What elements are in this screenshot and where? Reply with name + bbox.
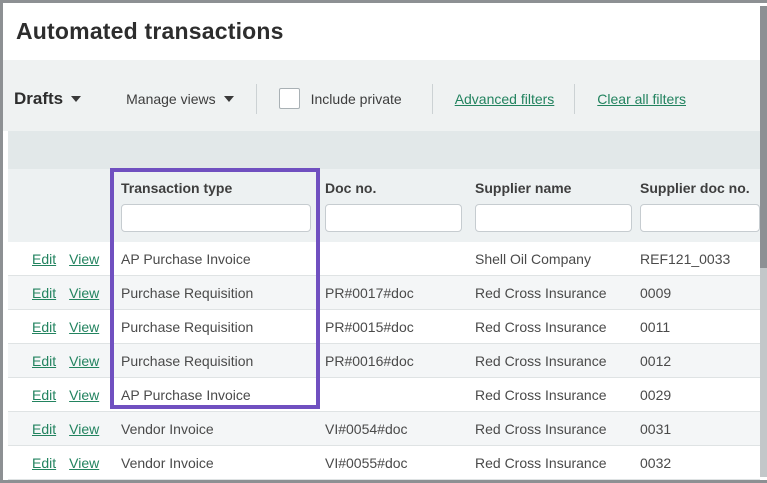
row-actions: Edit View (8, 421, 113, 437)
page-title: Automated transactions (16, 18, 284, 44)
page-frame: Automated transactions Drafts Manage vie… (0, 0, 767, 483)
transaction-type-cell: Purchase Requisition (121, 318, 254, 335)
transaction-type-cell: Vendor Invoice (121, 454, 214, 471)
supplier-name-cell: Red Cross Insurance (475, 454, 607, 471)
column-header-label: Transaction type (121, 180, 233, 196)
view-link[interactable]: View (69, 387, 99, 403)
toolbar-divider (431, 83, 433, 114)
edit-link[interactable]: Edit (32, 455, 56, 471)
supplier-name-cell: Red Cross Insurance (475, 318, 607, 335)
row-actions: Edit View (8, 353, 113, 369)
doc-no-cell: VI#0055#doc (325, 454, 408, 471)
row-actions: Edit View (8, 455, 113, 471)
view-link[interactable]: View (69, 421, 99, 437)
supplier-name-cell: Shell Oil Company (475, 250, 591, 267)
row-actions: Edit View (8, 387, 113, 403)
caret-down-icon (223, 95, 234, 102)
include-private-control[interactable]: Include private (278, 88, 402, 109)
transaction-type-cell: AP Purchase Invoice (121, 386, 251, 403)
edit-link[interactable]: Edit (32, 251, 56, 267)
doc-no-filter-input[interactable] (325, 204, 462, 232)
transaction-type-cell: AP Purchase Invoice (121, 250, 251, 267)
include-private-label: Include private (310, 90, 402, 107)
edit-link[interactable]: Edit (32, 353, 56, 369)
clear-all-filters-link[interactable]: Clear all filters (597, 91, 686, 107)
view-link[interactable]: View (69, 285, 99, 301)
table-row: Edit View Purchase Requisition PR#0017#d… (8, 276, 760, 310)
supplier-name-column-header: Supplier name (473, 169, 638, 232)
page-content: Automated transactions Drafts Manage vie… (3, 3, 760, 480)
include-private-checkbox[interactable] (278, 88, 300, 109)
supplier-name-filter-input[interactable] (475, 204, 632, 232)
table-header-band (8, 131, 760, 169)
vertical-scrollbar[interactable] (760, 6, 767, 477)
supplier-doc-no-cell: 0031 (640, 420, 672, 437)
supplier-doc-no-cell: 0009 (640, 284, 672, 301)
edit-link[interactable]: Edit (32, 421, 56, 437)
table-row: Edit View Vendor Invoice VI#0054#doc Red… (8, 412, 760, 446)
table-header-row: Transaction type Doc no. Supplier name S… (8, 169, 760, 242)
supplier-doc-no-column-header: Supplier doc no. (638, 169, 760, 232)
view-selector-label: Drafts (14, 88, 64, 108)
transaction-type-cell: Purchase Requisition (121, 352, 254, 369)
row-actions: Edit View (8, 285, 113, 301)
title-bar: Automated transactions (3, 3, 760, 60)
supplier-doc-no-cell: 0029 (640, 386, 672, 403)
doc-no-cell: VI#0054#doc (325, 420, 408, 437)
edit-link[interactable]: Edit (32, 319, 56, 335)
actions-column-header (8, 169, 113, 180)
edit-link[interactable]: Edit (32, 387, 56, 403)
column-header-label: Supplier doc no. (640, 180, 750, 196)
table-row: Edit View Purchase Requisition PR#0016#d… (8, 344, 760, 378)
supplier-name-cell: Red Cross Insurance (475, 386, 607, 403)
advanced-filters-link[interactable]: Advanced filters (455, 91, 555, 107)
manage-views-label: Manage views (126, 90, 216, 107)
table-row: Edit View AP Purchase Invoice Shell Oil … (8, 242, 760, 276)
caret-down-icon (71, 95, 82, 102)
view-link[interactable]: View (69, 353, 99, 369)
toolbar-divider (255, 83, 257, 114)
manage-views-dropdown[interactable]: Manage views (126, 91, 234, 107)
view-selector-dropdown[interactable]: Drafts (14, 88, 82, 109)
supplier-name-cell: Red Cross Insurance (475, 352, 607, 369)
doc-no-column-header: Doc no. (323, 169, 473, 232)
toolbar: Drafts Manage views Include private Adva… (3, 60, 760, 131)
view-link[interactable]: View (69, 319, 99, 335)
table-row: Edit View Vendor Invoice VI#0055#doc Red… (8, 446, 760, 480)
doc-no-cell: PR#0017#doc (325, 284, 414, 301)
transaction-type-filter-input[interactable] (121, 204, 311, 232)
supplier-doc-no-filter-input[interactable] (640, 204, 760, 232)
supplier-doc-no-cell: 0032 (640, 454, 672, 471)
edit-link[interactable]: Edit (32, 285, 56, 301)
supplier-doc-no-cell: 0011 (640, 318, 671, 335)
transaction-type-cell: Vendor Invoice (121, 420, 214, 437)
view-link[interactable]: View (69, 455, 99, 471)
column-header-label: Doc no. (325, 180, 377, 196)
scrollbar-thumb[interactable] (760, 6, 767, 268)
table-row: Edit View AP Purchase Invoice Red Cross … (8, 378, 760, 412)
doc-no-cell: PR#0016#doc (325, 352, 414, 369)
table-row: Edit View Purchase Requisition PR#0015#d… (8, 310, 760, 344)
row-actions: Edit View (8, 319, 113, 335)
supplier-name-cell: Red Cross Insurance (475, 420, 607, 437)
toolbar-divider (574, 83, 576, 114)
view-link[interactable]: View (69, 251, 99, 267)
transaction-type-cell: Purchase Requisition (121, 284, 254, 301)
transaction-type-column-header: Transaction type (113, 169, 323, 232)
supplier-name-cell: Red Cross Insurance (475, 284, 607, 301)
row-actions: Edit View (8, 251, 113, 267)
supplier-doc-no-cell: REF121_0033 (640, 250, 731, 267)
doc-no-cell: PR#0015#doc (325, 318, 414, 335)
column-header-label: Supplier name (475, 180, 572, 196)
supplier-doc-no-cell: 0012 (640, 352, 672, 369)
